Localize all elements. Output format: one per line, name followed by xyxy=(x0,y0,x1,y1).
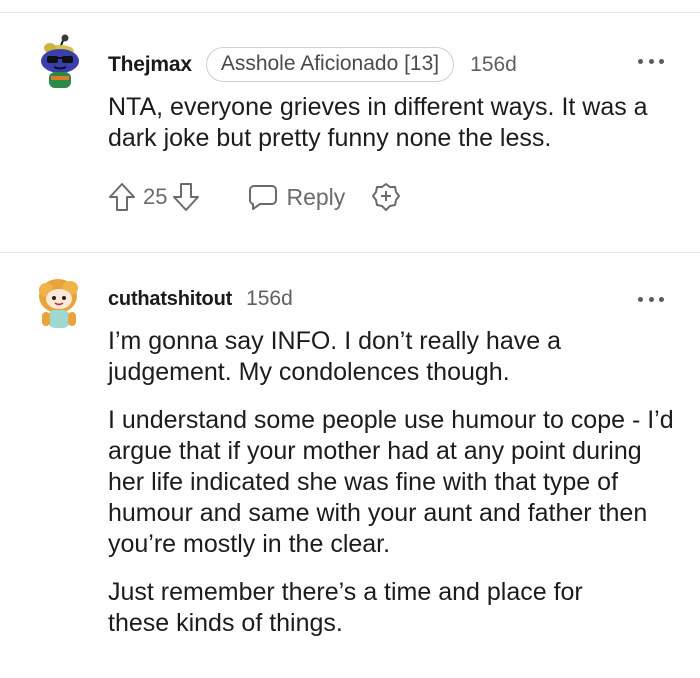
user-flair: Asshole Aficionado [13] xyxy=(205,47,455,82)
comment-paragraph: I understand some people use humour to c… xyxy=(108,406,674,558)
comment-age: 156d xyxy=(470,52,517,76)
comment-meta: Thejmax Asshole Aficionado [13] 156d xyxy=(108,47,517,82)
chat-bubble-icon xyxy=(248,183,278,211)
username[interactable]: Thejmax xyxy=(108,53,192,77)
comment-actions: 25 Reply xyxy=(108,180,401,214)
comment-age: 156d xyxy=(246,287,293,310)
comment-meta: cuthatshitout 156d xyxy=(108,287,293,311)
award-button[interactable] xyxy=(371,182,401,212)
comment-divider xyxy=(0,252,700,253)
award-plus-icon xyxy=(371,182,401,212)
username[interactable]: cuthatshitout xyxy=(108,288,232,311)
more-options-icon[interactable] xyxy=(638,56,664,66)
comment-body: NTA, everyone grieves in different ways.… xyxy=(108,92,678,171)
reply-button[interactable]: Reply xyxy=(248,183,345,211)
top-divider xyxy=(0,12,700,13)
snoo-avatar-sunglasses-icon[interactable] xyxy=(34,34,86,90)
comment-body: I’m gonna say INFO. I don’t really have … xyxy=(108,326,678,656)
comment-paragraph: I’m gonna say INFO. I don’t really have … xyxy=(108,327,561,386)
upvote-arrow-icon[interactable] xyxy=(108,182,136,212)
snoo-avatar-blonde-icon[interactable] xyxy=(36,274,88,330)
more-options-icon[interactable] xyxy=(638,294,664,304)
vote-count: 25 xyxy=(143,184,168,209)
reply-label: Reply xyxy=(286,183,346,210)
comment-paragraph: Just remember there’s a time and place f… xyxy=(108,578,583,637)
downvote-arrow-icon[interactable] xyxy=(172,182,200,212)
comment-paragraph: NTA, everyone grieves in different ways.… xyxy=(108,93,648,152)
